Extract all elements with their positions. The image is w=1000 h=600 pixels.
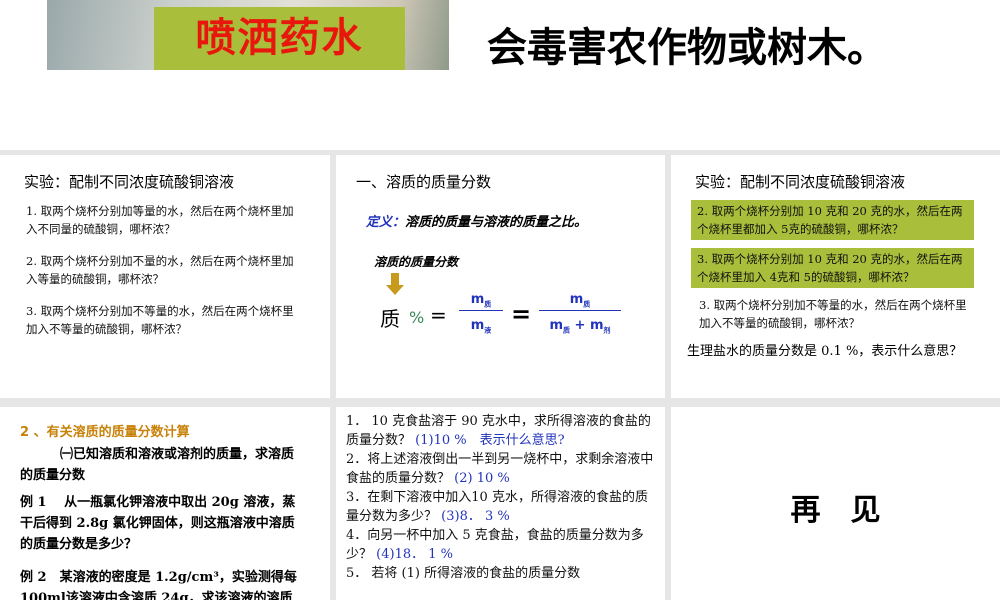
slide-grid: 实验：配制不同浓度硫酸铜溶液 1. 取两个烧杯分别加等量的水，然后在两个烧杯里加… bbox=[0, 150, 1000, 600]
arrow-head bbox=[386, 285, 404, 295]
slide-title: 2 、有关溶质的质量分数计算 bbox=[20, 425, 190, 440]
highlight-item: 3. 取两个烧杯分别加 10 克和 20 克的水，然后在两个烧杯里加入 4克和 … bbox=[691, 248, 974, 288]
slide-title: 实验：配制不同浓度硫酸铜溶液 bbox=[24, 173, 235, 191]
definition-text: 溶质的质量与溶液的质量之比。 bbox=[405, 215, 588, 230]
example-2: 例 2 某溶液的密度是 1.2g/cm³，实验测得每 100ml该溶液中含溶质 … bbox=[20, 570, 297, 600]
exercise-answer: (2) 10 % bbox=[454, 471, 510, 486]
exercise-question: 5． 若将 (1) 所得溶液的食盐的质量分数 bbox=[346, 566, 581, 581]
slide-definition[interactable]: 一、溶质的质量分数 定义：溶质的质量与溶液的质量之比。 溶质的质量分数 质 % … bbox=[336, 155, 665, 398]
formula-percent: % bbox=[409, 308, 425, 327]
exercise-list: 1． 10 克食盐溶于 90 克水中，求所得溶液的食盐的质量分数？ (1)10 … bbox=[346, 412, 657, 583]
slide-title: 实验：配制不同浓度硫酸铜溶液 bbox=[695, 173, 906, 191]
slide-calculation[interactable]: 2 、有关溶质的质量分数计算 ㈠已知溶质和溶液或溶剂的质量，求溶质的质量分数 例… bbox=[0, 407, 330, 600]
exercise-item: 3．在剩下溶液中加入10 克水，所得溶液的食盐的质量分数为多少？ (3)8． 3… bbox=[346, 488, 657, 526]
definition-label: 定义： bbox=[366, 215, 406, 230]
formula-zhi: 质 bbox=[380, 307, 400, 331]
numerator: m质 bbox=[459, 292, 503, 311]
slide-experiment-2[interactable]: 实验：配制不同浓度硫酸铜溶液 2. 取两个烧杯分别加 10 克和 20 克的水，… bbox=[671, 155, 1000, 398]
denominator-2: m质 + m剂 bbox=[549, 318, 611, 335]
question: 生理盐水的质量分数是 0.1 %，表示什么意思？ bbox=[687, 344, 963, 359]
slide-goodbye[interactable]: 再 见 bbox=[671, 407, 1000, 600]
top-slide: 喷洒药水 会毒害农作物或树木。 bbox=[0, 0, 1000, 150]
slide-exercises[interactable]: 1． 10 克食盐溶于 90 克水中，求所得溶液的食盐的质量分数？ (1)10 … bbox=[336, 407, 665, 600]
exercise-item: 2．将上述溶液倒出一半到另一烧杯中，求剩余溶液中食盐的质量分数？ (2) 10 … bbox=[346, 450, 657, 488]
exercise-answer: (3)8． 3 % bbox=[441, 509, 510, 524]
list-item: 3. 取两个烧杯分别加不等量的水，然后在两个烧杯里加入不等量的硫酸铜，哪杯浓？ bbox=[26, 304, 294, 336]
subtitle: ㈠已知溶质和溶液或溶剂的质量，求溶质的质量分数 bbox=[20, 447, 295, 483]
top-title: 会毒害农作物或树木。 bbox=[487, 25, 887, 71]
slide-experiment-1[interactable]: 实验：配制不同浓度硫酸铜溶液 1. 取两个烧杯分别加等量的水，然后在两个烧杯里加… bbox=[0, 155, 330, 398]
exercise-item: 1． 10 克食盐溶于 90 克水中，求所得溶液的食盐的质量分数？ (1)10 … bbox=[346, 412, 657, 450]
list-item: 3. 取两个烧杯分别加不等量的水，然后在两个烧杯里加入不等量的硫酸铜，哪杯浓？ bbox=[699, 298, 967, 330]
example-1: 例 1 从一瓶氯化钾溶液中取出 20g 溶液，蒸干后得到 2.8g 氯化钾固体，… bbox=[20, 495, 296, 552]
list-item: 2. 取两个烧杯分别加不量的水，然后在两个烧杯里加入等量的硫酸铜，哪杯浓？ bbox=[26, 254, 294, 286]
slide-title: 一、溶质的质量分数 bbox=[356, 173, 492, 191]
equals: = bbox=[430, 303, 447, 327]
goodbye-text: 再 见 bbox=[790, 493, 881, 528]
exercise-item: 4．向另一杯中加入 5 克食盐，食盐的质量分数为多少？ (4)18． 1 % bbox=[346, 526, 657, 564]
exercise-answer: (4)18． 1 % bbox=[376, 547, 454, 562]
exercise-answer: (1)10 % 表示什么意思? bbox=[415, 433, 565, 448]
equals-bold: = bbox=[511, 300, 532, 328]
formula-label: 溶质的质量分数 bbox=[374, 255, 459, 269]
numerator-2: m质 bbox=[539, 292, 621, 311]
list-item: 1. 取两个烧杯分别加等量的水，然后在两个烧杯里加入不同量的硫酸铜，哪杯浓？ bbox=[26, 204, 294, 236]
highlight-item: 2. 取两个烧杯分别加 10 克和 20 克的水，然后在两个烧杯里都加入 5克的… bbox=[691, 200, 974, 240]
exercise-item: 5． 若将 (1) 所得溶液的食盐的质量分数 bbox=[346, 564, 657, 583]
spray-label: 喷洒药水 bbox=[154, 7, 405, 70]
denominator: m液 bbox=[470, 318, 492, 335]
